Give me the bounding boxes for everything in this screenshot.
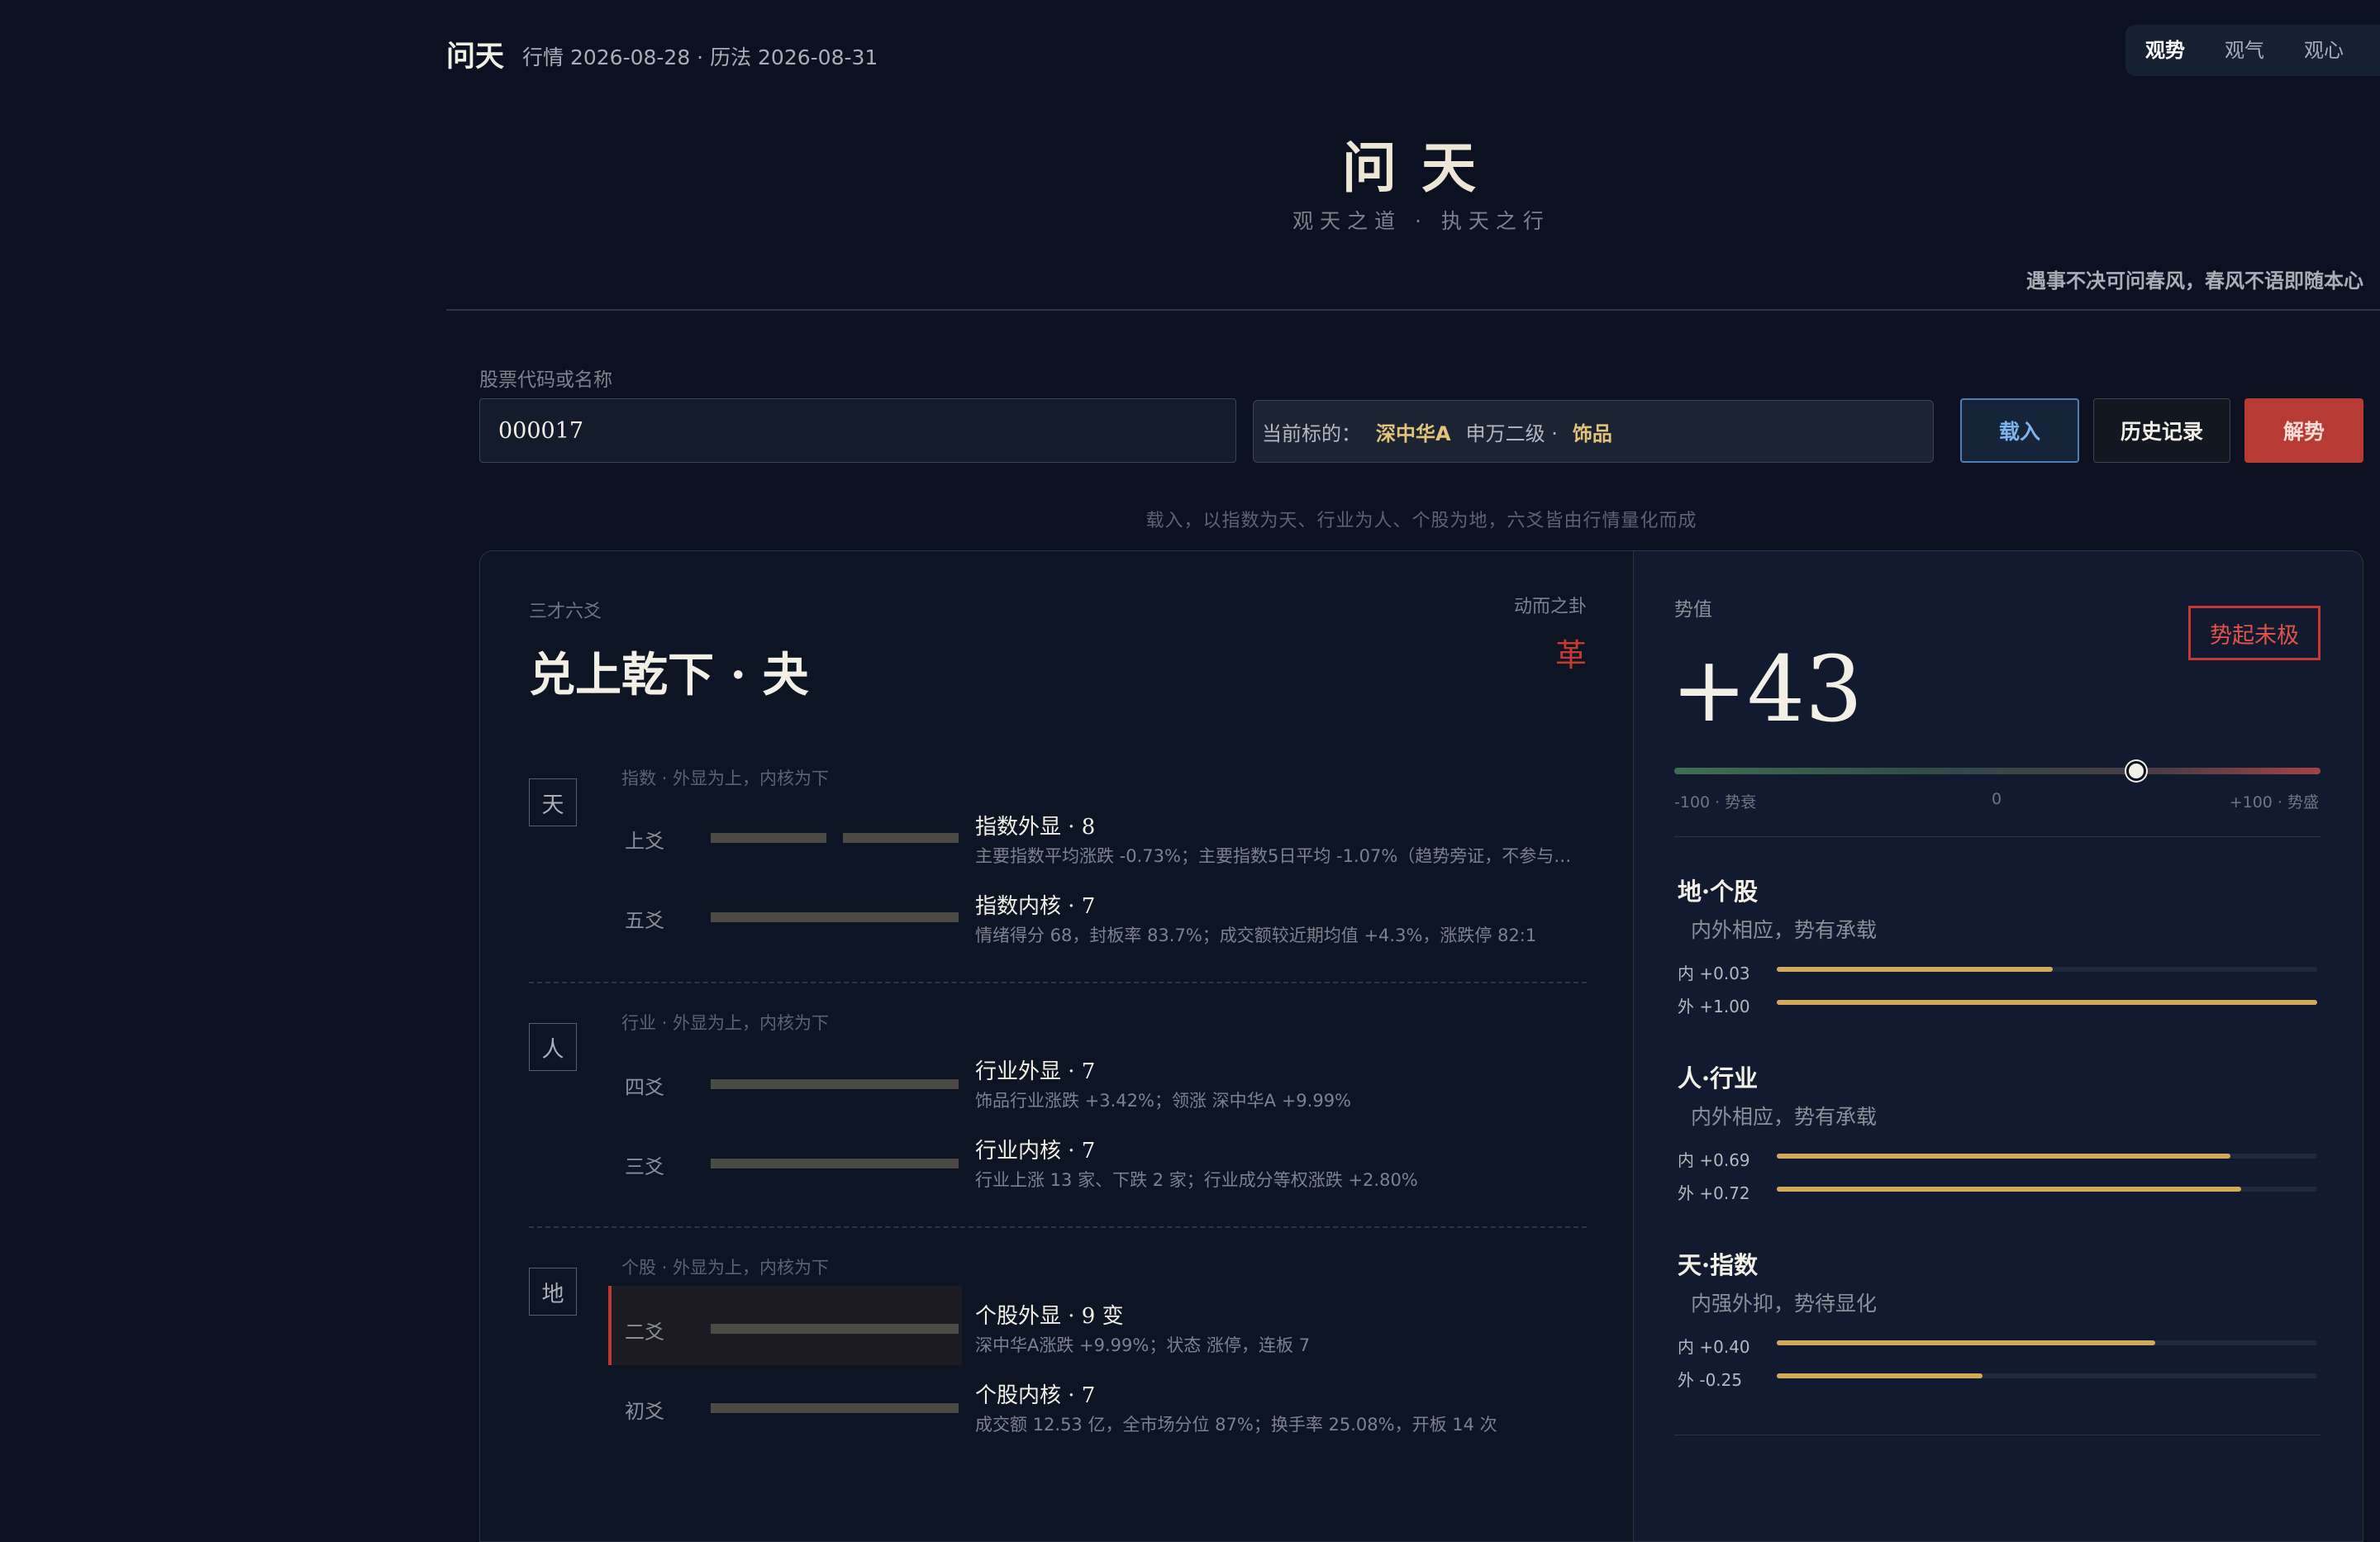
momentum-status-badge: 势起未极 <box>2188 606 2320 660</box>
inner-meter <box>1777 1340 2317 1345</box>
solve-button[interactable]: 解势 <box>2244 398 2363 463</box>
momentum-gauge <box>1674 768 2320 774</box>
target-industry: 饰品 <box>1572 421 1612 445</box>
gauge-mid-label: 0 <box>1992 790 2002 808</box>
outer-label: 外 -0.25 <box>1678 1370 1743 1390</box>
inner-label: 内 +0.69 <box>1678 1150 1750 1170</box>
momentum-gauge-knob <box>2126 761 2147 781</box>
yao-name: 初爻 <box>625 1400 664 1423</box>
gauge-max-label: +100 · 势盛 <box>2229 793 2319 811</box>
momentum-label: 势值 <box>1674 599 1712 621</box>
yao-name: 五爻 <box>625 909 664 932</box>
inner-meter <box>1777 967 2317 972</box>
current-target-display: 当前标的： 深中华A 申万二级 · 饰品 <box>1253 400 1934 463</box>
target-name: 深中华A <box>1376 421 1451 445</box>
load-button[interactable]: 载入 <box>1960 398 2079 463</box>
yao-bar-yang <box>711 1079 959 1089</box>
stock-code-input[interactable] <box>479 398 1236 463</box>
inner-label: 内 +0.40 <box>1678 1337 1750 1357</box>
outer-meter-fill <box>1777 1373 1983 1378</box>
yao-bar-yang <box>711 1403 959 1413</box>
yao-bar-yang <box>711 1324 959 1334</box>
yao-detail: 成交额 12.53 亿，全市场分位 87%；换手率 25.08%，开板 14 次 <box>975 1415 1497 1435</box>
tier-desc-di: 个股 · 外显为上，内核为下 <box>621 1258 830 1278</box>
page-title: 问天 <box>1342 136 1501 200</box>
market-dates: 行情 2026-08-28 · 历法 2026-08-31 <box>522 45 878 69</box>
stock-code-label: 股票代码或名称 <box>479 369 612 391</box>
yao-bar-yang <box>711 1159 959 1168</box>
yao-detail: 行业上涨 13 家、下跌 2 家；行业成分等权涨跌 +2.80% <box>975 1170 1418 1190</box>
outer-label: 外 +1.00 <box>1678 997 1750 1016</box>
hexagram-name: 兑上乾下 · 夬 <box>529 648 809 702</box>
tab-shi[interactable]: 观势 <box>2125 25 2205 76</box>
tier-desc-tian: 指数 · 外显为上，内核为下 <box>621 769 830 788</box>
tier-tag-tian: 天 <box>529 778 577 826</box>
brand-logo: 问天 <box>446 40 505 74</box>
tier-desc-ren: 行业 · 外显为上，内核为下 <box>621 1013 830 1033</box>
yao-detail: 饰品行业涨跌 +3.42%；领涨 深中华A +9.99% <box>975 1091 1352 1111</box>
yao-bar-yang <box>711 912 959 922</box>
yao-name: 二爻 <box>625 1321 664 1344</box>
yao-title: 行业外显 · 7 <box>975 1059 1096 1084</box>
outer-meter <box>1777 1000 2317 1005</box>
tier-tag-ren: 人 <box>529 1023 577 1071</box>
history-button[interactable]: 历史记录 <box>2093 398 2230 463</box>
gauge-min-label: -100 · 势衰 <box>1674 793 1757 811</box>
outer-meter <box>1777 1187 2317 1192</box>
yao-name: 三爻 <box>625 1155 664 1178</box>
yao-bar-yin-left <box>711 833 826 843</box>
view-tabs: 观势 观气 观心 <box>2125 25 2380 76</box>
outer-meter <box>1777 1373 2317 1378</box>
momentum-divider <box>1674 836 2320 837</box>
yao-title: 指数内核 · 7 <box>975 894 1096 919</box>
moving-hexagram: 革 <box>1554 637 1587 673</box>
outer-label: 外 +0.72 <box>1678 1183 1750 1203</box>
outer-meter-fill <box>1777 1000 2317 1005</box>
tier-tag-di: 地 <box>529 1268 577 1316</box>
momentum-tier-sub: 内外相应，势有承载 <box>1691 1105 1878 1129</box>
momentum-tier-sub: 内强外抑，势待显化 <box>1691 1292 1878 1316</box>
inner-meter-fill <box>1777 967 2053 972</box>
sancai-label: 三才六爻 <box>529 602 602 622</box>
motto: 遇事不决可问春风，春风不语即随本心 <box>2026 269 2363 293</box>
momentum-value: +43 <box>1671 636 1864 742</box>
yao-name: 上爻 <box>625 830 664 853</box>
yao-title: 个股外显 · 9 变 <box>975 1304 1124 1329</box>
momentum-tier-title: 天·指数 <box>1678 1251 1759 1279</box>
tab-qi[interactable]: 观气 <box>2205 25 2284 76</box>
yao-title: 行业内核 · 7 <box>975 1139 1096 1164</box>
inner-label: 内 +0.03 <box>1678 964 1750 983</box>
page-subtitle: 观天之道 · 执天之行 <box>1292 209 1550 233</box>
inner-meter <box>1777 1154 2317 1159</box>
target-industry-prefix: 申万二级 · <box>1465 421 1558 445</box>
momentum-tier-title: 人·行业 <box>1678 1064 1759 1092</box>
header-divider <box>446 309 2380 311</box>
tier-divider <box>529 1226 1587 1228</box>
inner-meter-fill <box>1777 1340 2155 1345</box>
yao-detail: 情绪得分 68，封板率 83.7%；成交额较近期均值 +4.3%，涨跌停 82:… <box>975 926 1537 945</box>
momentum-tier-sub: 内外相应，势有承载 <box>1691 918 1878 942</box>
tab-xin[interactable]: 观心 <box>2284 25 2363 76</box>
yao-detail: 深中华A涨跌 +9.99%；状态 涨停，连板 7 <box>975 1335 1311 1355</box>
tier-divider <box>529 982 1587 983</box>
yao-detail: 主要指数平均涨跌 -0.73%；主要指数5日平均 -1.07%（趋势旁证，不参与… <box>975 846 1578 866</box>
inner-meter-fill <box>1777 1154 2231 1159</box>
yao-title: 指数外显 · 8 <box>975 815 1096 840</box>
target-prefix: 当前标的： <box>1262 421 1361 445</box>
momentum-tier-title: 地·个股 <box>1678 878 1759 906</box>
yao-bar-yin-right <box>843 833 959 843</box>
moving-hexagram-label: 动而之卦 <box>1513 597 1587 617</box>
yao-title: 个股内核 · 7 <box>975 1383 1096 1408</box>
yao-name: 四爻 <box>625 1076 664 1099</box>
outer-meter-fill <box>1777 1187 2242 1192</box>
load-hint: 载入，以指数为天、行业为人、个股为地，六爻皆由行情量化而成 <box>1145 511 1697 531</box>
